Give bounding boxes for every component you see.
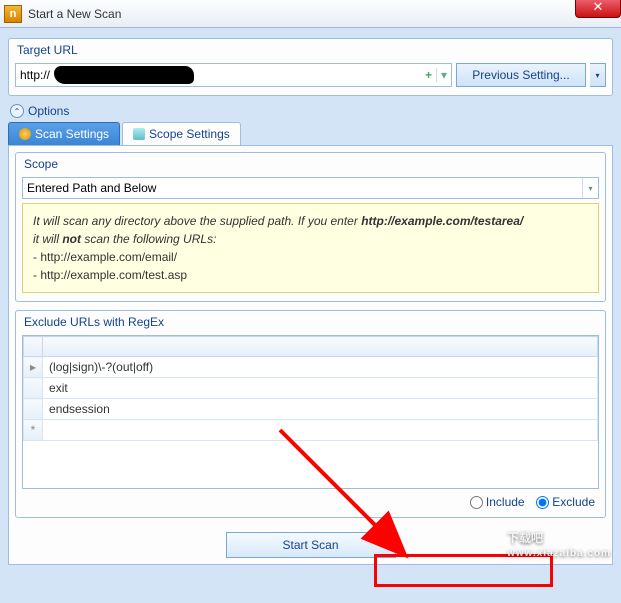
titlebar: n Start a New Scan ✕ [0, 0, 621, 28]
target-url-title: Target URL [17, 43, 606, 57]
target-url-input[interactable]: http:// + ▾ [15, 63, 452, 87]
scope-select-value: Entered Path and Below [27, 181, 156, 195]
chevron-down-icon: ▾ [582, 178, 598, 198]
url-protocol: http:// [16, 68, 54, 82]
window-title: Start a New Scan [28, 7, 121, 21]
tab-scan-label: Scan Settings [35, 127, 109, 141]
previous-settings-dropdown[interactable]: ▾ [590, 63, 606, 87]
table-row: endsession [24, 399, 598, 420]
exclude-group: Exclude URLs with RegEx ▸(log|sign)\-?(o… [15, 310, 606, 518]
gear-icon [19, 128, 31, 140]
tabs: Scan Settings Scope Settings [8, 122, 613, 146]
tab-scan-settings[interactable]: Scan Settings [8, 122, 120, 145]
table-row: ▸(log|sign)\-?(out|off) [24, 357, 598, 378]
url-dropdown-icon[interactable]: ▾ [436, 68, 451, 82]
scope-group: Scope Entered Path and Below ▾ It will s… [15, 152, 606, 302]
include-radio[interactable]: Include [470, 495, 525, 509]
scope-select[interactable]: Entered Path and Below ▾ [22, 177, 599, 199]
options-label: Options [28, 104, 69, 118]
target-url-group: Target URL http:// + ▾ Previous Setting.… [8, 38, 613, 96]
scope-info: It will scan any directory above the sup… [22, 203, 599, 293]
start-scan-button[interactable]: Start Scan [226, 532, 396, 558]
add-url-icon[interactable]: + [421, 68, 436, 82]
table-row: exit [24, 378, 598, 399]
options-header[interactable]: ⌃ Options [10, 104, 613, 118]
table-row-new: * [24, 420, 598, 441]
redacted-url [54, 66, 194, 84]
scope-title: Scope [24, 157, 599, 171]
exclude-radio[interactable]: Exclude [536, 495, 595, 509]
exclude-title: Exclude URLs with RegEx [24, 315, 599, 329]
tab-scope-settings[interactable]: Scope Settings [122, 122, 241, 145]
include-exclude-radios: Include Exclude [22, 489, 599, 509]
exclude-grid[interactable]: ▸(log|sign)\-?(out|off) exit endsession … [22, 335, 599, 489]
chevron-up-icon: ⌃ [10, 104, 24, 118]
previous-settings-button[interactable]: Previous Setting... [456, 63, 586, 87]
tab-scope-label: Scope Settings [149, 127, 230, 141]
scope-icon [133, 128, 145, 140]
app-icon: n [4, 5, 22, 23]
close-button[interactable]: ✕ [575, 0, 621, 18]
